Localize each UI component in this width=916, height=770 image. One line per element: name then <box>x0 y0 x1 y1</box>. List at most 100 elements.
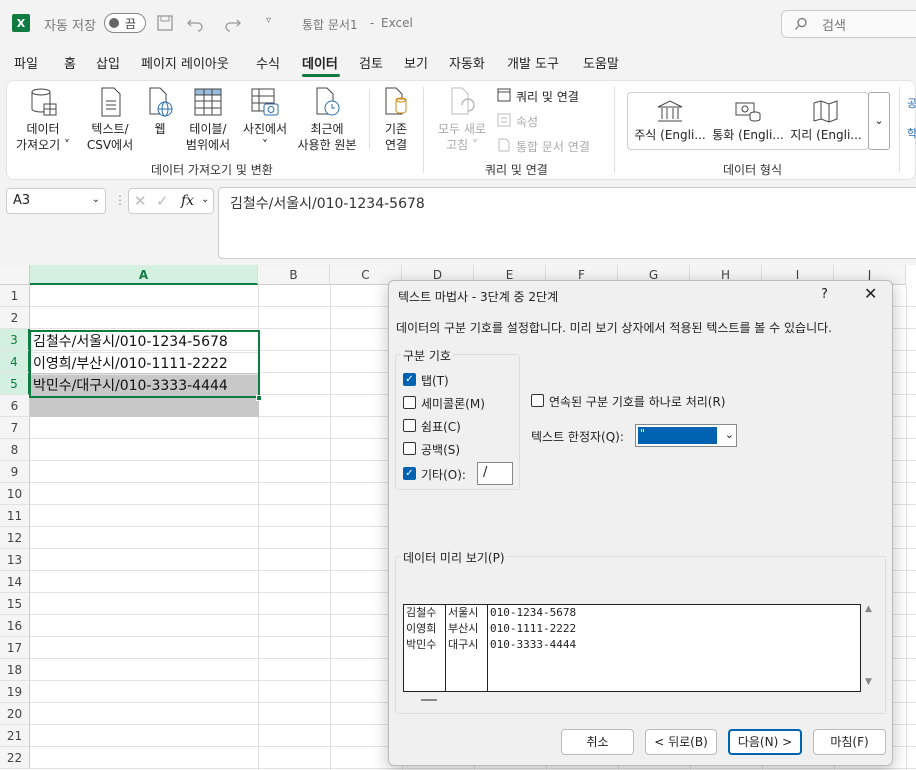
undo-icon[interactable] <box>186 14 204 32</box>
menu-file[interactable]: 파일 <box>14 53 38 72</box>
enter-icon[interactable]: ✓ <box>156 192 169 210</box>
row-header-18[interactable]: 18 <box>0 659 30 681</box>
row-header-13[interactable]: 13 <box>0 549 30 571</box>
row-header-21[interactable]: 21 <box>0 725 30 747</box>
menu-formulas[interactable]: 수식 <box>256 53 280 72</box>
map-icon <box>813 100 838 123</box>
qat-customize-icon[interactable]: ▿ <box>266 15 271 26</box>
text-qualifier-value: " <box>638 427 717 444</box>
existing-connections-label-2: 연결 <box>384 138 408 152</box>
help-button[interactable]: ? <box>821 287 828 302</box>
properties-button[interactable]: 속성 <box>497 112 557 130</box>
stocks-button[interactable]: 주식 (Engli... <box>632 99 708 143</box>
menu-insert[interactable]: 삽입 <box>96 53 120 72</box>
web-icon <box>149 87 173 117</box>
menu-home[interactable]: 홈 <box>64 53 76 72</box>
close-icon[interactable]: ✕ <box>864 284 877 303</box>
scroll-up-icon[interactable]: ▲ <box>865 604 872 614</box>
delimiter-semicolon-label: 세미콜론(M) <box>421 397 485 411</box>
preview-cell: 010-1234-5678 <box>490 606 577 619</box>
row-header-20[interactable]: 20 <box>0 703 30 725</box>
recent-sources-button[interactable]: 최근에 사용한 원본 <box>293 87 361 153</box>
row-header-2[interactable]: 2 <box>0 307 30 329</box>
title-sep: - <box>370 16 375 30</box>
formula-input[interactable]: 김철수/서울시/010-1234-5678 <box>218 187 916 259</box>
row-header-5[interactable]: 5 <box>0 373 30 395</box>
delimiters-group-label: 구분 기호 <box>401 347 453 364</box>
data-preview[interactable]: 김철수 이영희 박민수 서울시 부산시 대구시 010-1234-5678 01… <box>403 604 861 692</box>
row-header-8[interactable]: 8 <box>0 439 30 461</box>
column-header-b[interactable]: B <box>258 265 330 285</box>
text-qualifier-label: 텍스트 한정자(Q): <box>531 430 624 444</box>
row-header-4[interactable]: 4 <box>0 351 30 373</box>
name-box[interactable]: A3 ⌄ <box>6 188 106 214</box>
from-table-label-1: 테이블/ <box>189 122 227 136</box>
more-icon: ⋮ <box>114 193 126 207</box>
row-header-6[interactable]: 6 <box>0 395 30 417</box>
get-data-button[interactable]: 데이터 가져오기 ˅ <box>15 87 71 153</box>
ribbon-edge-label-2[interactable]: 학 <box>907 125 916 141</box>
cancel-icon[interactable]: ✕ <box>134 192 147 210</box>
data-types-more-button[interactable]: ⌄ <box>868 92 890 150</box>
text-csv-button[interactable]: 텍스트/ CSV에서 <box>79 87 141 153</box>
treat-consecutive-label: 연속된 구분 기호를 하나로 처리(R) <box>549 395 726 409</box>
column-header-a[interactable]: A <box>30 265 258 285</box>
geography-button[interactable]: 지리 (Engli... <box>788 99 864 143</box>
from-table-button[interactable]: 테이블/ 범위에서 <box>181 87 235 153</box>
horizontal-scrollbar-thumb[interactable] <box>421 699 437 701</box>
group-divider <box>614 87 615 173</box>
from-picture-button[interactable]: 사진에서 ˅ <box>237 87 293 153</box>
ribbon: 데이터 가져오기 ˅ 텍스트/ CSV에서 웹 테이블/ 범위에서 사진에서 ˅… <box>6 80 916 180</box>
menu-review[interactable]: 검토 <box>359 53 383 72</box>
select-all-corner[interactable] <box>0 265 30 285</box>
refresh-all-label-1: 모두 새로 <box>438 122 486 136</box>
row-header-1[interactable]: 1 <box>0 285 30 307</box>
menu-developer[interactable]: 개발 도구 <box>507 53 559 72</box>
next-button[interactable]: 다음(N) > <box>728 729 802 755</box>
toggle-knob <box>109 18 119 28</box>
text-qualifier-select[interactable]: " ⌄ <box>635 424 737 447</box>
web-button[interactable]: 웹 <box>145 87 175 137</box>
row-header-14[interactable]: 14 <box>0 571 30 593</box>
existing-connections-button[interactable]: 기존 연결 <box>375 87 417 153</box>
fill-handle[interactable] <box>256 395 262 401</box>
group-label-get-transform: 데이터 가져오기 및 변환 <box>151 163 273 177</box>
geography-label: 지리 (Engli... <box>790 128 862 142</box>
save-icon[interactable] <box>156 14 174 32</box>
row-header-11[interactable]: 11 <box>0 505 30 527</box>
autosave-toggle[interactable]: 끔 <box>104 13 146 33</box>
row-header-22[interactable]: 22 <box>0 747 30 769</box>
edit-links-label: 통합 문서 연결 <box>516 140 590 154</box>
scroll-down-icon[interactable]: ▼ <box>865 677 872 687</box>
row-header-15[interactable]: 15 <box>0 593 30 615</box>
row-header-3[interactable]: 3 <box>0 329 30 351</box>
currency-button[interactable]: 통화 (Engli... <box>710 99 786 143</box>
row-header-17[interactable]: 17 <box>0 637 30 659</box>
finish-button[interactable]: 마침(F) <box>813 729 886 755</box>
insert-function-icon[interactable]: fx <box>181 193 194 209</box>
row-header-9[interactable]: 9 <box>0 461 30 483</box>
column-line <box>330 285 331 770</box>
edit-links-button[interactable]: 통합 문서 연결 <box>497 137 617 155</box>
menu-help[interactable]: 도움말 <box>583 53 619 72</box>
preview-group-label: 데이터 미리 보기(P) <box>401 549 507 566</box>
back-button[interactable]: < 뒤로(B) <box>645 729 717 755</box>
redo-icon[interactable] <box>224 14 242 32</box>
refresh-all-button[interactable]: 모두 새로 고침 ˅ <box>429 87 495 153</box>
queries-connections-button[interactable]: 쿼리 및 연결 <box>497 87 617 105</box>
formula-buttons: ✕ ✓ fx ⌄ <box>128 188 214 214</box>
search-box[interactable]: 검색 <box>781 10 916 38</box>
row-header-19[interactable]: 19 <box>0 681 30 703</box>
menu-automate[interactable]: 자동화 <box>449 53 485 72</box>
menu-view[interactable]: 보기 <box>404 53 428 72</box>
row-header-12[interactable]: 12 <box>0 527 30 549</box>
ribbon-divider <box>369 89 370 149</box>
ribbon-edge-label-1[interactable]: 공 <box>907 95 916 111</box>
menu-page-layout[interactable]: 페이지 레이아웃 <box>141 53 229 72</box>
menu-data[interactable]: 데이터 <box>302 53 338 72</box>
row-header-7[interactable]: 7 <box>0 417 30 439</box>
row-header-10[interactable]: 10 <box>0 483 30 505</box>
other-delimiter-input[interactable]: / <box>477 462 513 485</box>
row-header-16[interactable]: 16 <box>0 615 30 637</box>
cancel-button[interactable]: 취소 <box>561 729 634 755</box>
